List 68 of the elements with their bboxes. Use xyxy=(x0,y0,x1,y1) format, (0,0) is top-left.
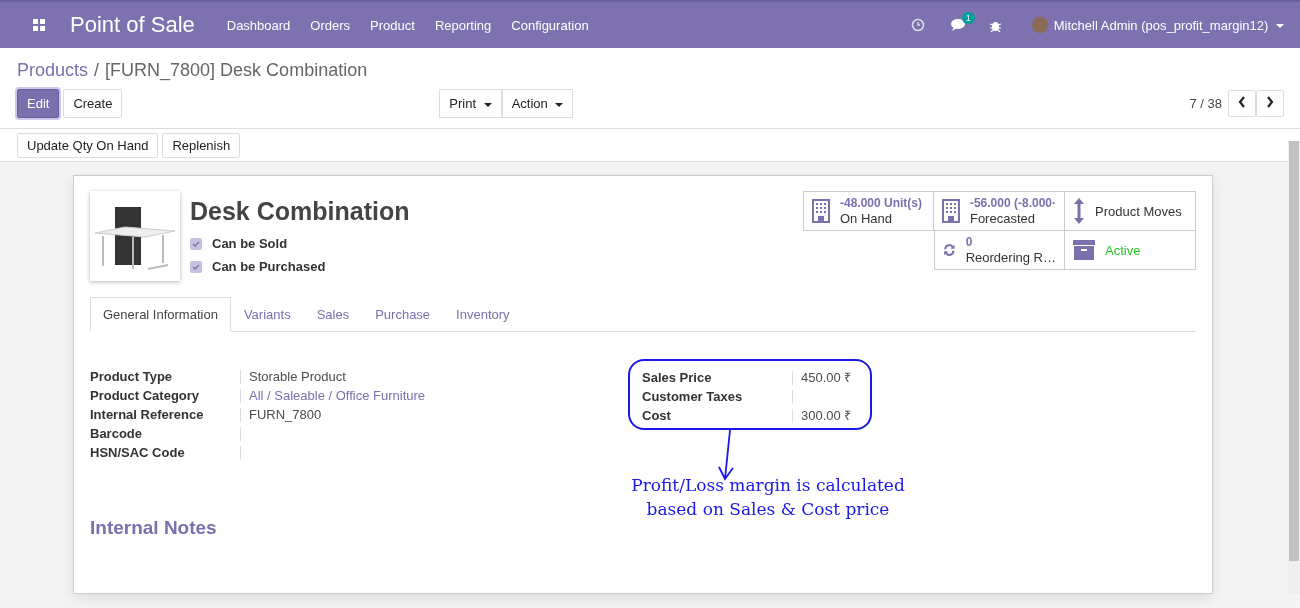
field-label: Customer Taxes xyxy=(642,390,744,404)
product-name: Desk Combination xyxy=(190,197,410,226)
chat-icon[interactable] xyxy=(950,18,967,32)
field-value: 300.00 ₹ xyxy=(801,408,852,423)
menu-item[interactable]: Reporting xyxy=(434,17,492,33)
stat-label: Reordering R… xyxy=(965,250,1056,265)
smart-button[interactable]: -48.000 Unit(s) On Hand xyxy=(803,192,934,231)
section-heading: Internal Notes xyxy=(90,517,217,539)
tab[interactable]: Inventory xyxy=(443,297,523,332)
stat-value: -48.000 Unit(s) xyxy=(840,196,923,211)
dropdown-button[interactable]: Action xyxy=(501,89,574,118)
field-label: Barcode xyxy=(90,427,144,441)
field-value: Storable Product xyxy=(249,369,346,384)
clock-icon[interactable] xyxy=(910,18,925,32)
menu-item[interactable]: Configuration xyxy=(511,17,589,33)
checkbox[interactable] xyxy=(190,260,202,273)
menu-item[interactable]: Dashboard xyxy=(226,17,291,33)
archive-box-icon xyxy=(1073,240,1095,260)
chevron-right-icon xyxy=(1266,96,1274,108)
checkbox-label: Can be Purchased xyxy=(212,259,326,274)
checkbox[interactable] xyxy=(190,237,202,250)
field-value: 450.00 ₹ xyxy=(801,370,852,385)
notification-badge: 1 xyxy=(961,12,975,24)
building-icon xyxy=(942,199,960,223)
tab[interactable]: General Information xyxy=(90,297,231,332)
building-icon xyxy=(812,199,830,223)
tab[interactable]: Sales xyxy=(303,297,363,332)
menu-item[interactable]: Orders xyxy=(310,17,351,33)
menu-item[interactable]: Product xyxy=(370,17,415,33)
field-label: HSN/SAC Code xyxy=(90,446,186,460)
stat-label: Forecasted xyxy=(969,211,1036,226)
field-label: Product Type xyxy=(90,370,174,384)
create-button[interactable]: Create xyxy=(63,89,123,118)
smart-button[interactable]: -56.000 (-8.000· Forecasted xyxy=(934,192,1065,231)
breadcrumb-link[interactable]: Products xyxy=(17,60,89,81)
tab[interactable]: Variants xyxy=(230,297,304,332)
next-button[interactable] xyxy=(1256,90,1284,117)
field-label: Internal Reference xyxy=(90,408,205,422)
field-label: Sales Price xyxy=(642,371,713,385)
user-menu[interactable]: Mitchell Admin (pos_profit_margin12) xyxy=(1053,17,1284,33)
tab[interactable]: Purchase xyxy=(362,297,444,332)
stat-label: On Hand xyxy=(840,211,894,226)
header-button[interactable]: Replenish xyxy=(162,133,241,158)
annotation-text: Profit/Loss margin is calculated xyxy=(631,474,905,497)
field-value: FURN_7800 xyxy=(249,407,322,422)
field-label: Cost xyxy=(642,409,672,423)
apps-menu-icon[interactable] xyxy=(33,19,45,31)
field-label: Product Category xyxy=(90,389,201,403)
annotation-text: based on Sales & Cost price xyxy=(646,498,890,521)
edit-button[interactable]: Edit xyxy=(17,89,60,118)
vertical-arrows-icon xyxy=(1073,198,1085,224)
app-title: Point of Sale xyxy=(70,12,195,38)
status-label: Active xyxy=(1105,242,1141,258)
smart-button[interactable]: Active xyxy=(1065,231,1196,270)
field-link[interactable]: All / Saleable / Office Furniture xyxy=(249,388,426,403)
stat-value: -56.000 (-8.000· xyxy=(969,196,1056,211)
smart-button[interactable]: 0 Reordering R… xyxy=(934,231,1065,270)
chevron-left-icon xyxy=(1238,96,1246,108)
pager-text: 7 / 38 xyxy=(1189,96,1222,111)
smart-button[interactable]: Product Moves xyxy=(1065,192,1196,231)
dropdown-button[interactable]: Print xyxy=(439,89,502,118)
header-button[interactable]: Update Qty On Hand xyxy=(17,133,159,158)
smart-button-label: Product Moves xyxy=(1095,203,1182,219)
previous-button[interactable] xyxy=(1228,90,1256,117)
stat-value: 0 xyxy=(965,235,974,250)
checkbox-label: Can be Sold xyxy=(212,236,288,251)
breadcrumb-separator: / xyxy=(94,60,100,81)
breadcrumb-current: [FURN_7800] Desk Combination xyxy=(105,60,368,81)
